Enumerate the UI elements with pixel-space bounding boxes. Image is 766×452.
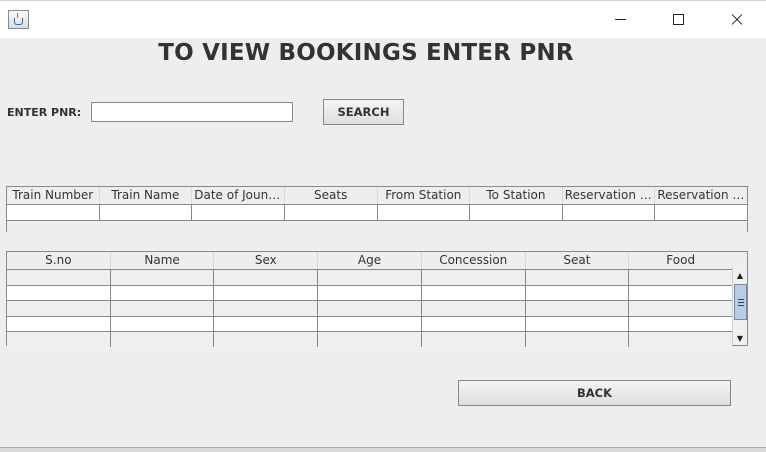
table-cell[interactable] — [629, 286, 732, 301]
table-cell[interactable] — [192, 205, 285, 220]
table-cell[interactable] — [526, 301, 630, 316]
booking-table: Train Number Train Name Date of Jouney S… — [6, 186, 748, 233]
table-cell[interactable] — [214, 301, 319, 316]
table-cell[interactable] — [318, 301, 422, 316]
table-cell[interactable] — [111, 285, 215, 300]
table-cell[interactable] — [526, 270, 630, 285]
table-cell[interactable] — [422, 285, 526, 300]
scroll-up-arrow-icon[interactable]: ▲ — [733, 268, 747, 282]
table-cell[interactable] — [7, 332, 111, 347]
table-cell[interactable] — [378, 205, 471, 220]
table-cell[interactable] — [214, 270, 319, 285]
scroll-thumb[interactable] — [734, 284, 747, 320]
table-cell[interactable] — [422, 270, 526, 285]
table-cell[interactable] — [422, 316, 526, 331]
table-viewport-empty — [7, 219, 747, 233]
col-sno[interactable]: S.no — [7, 252, 111, 269]
table-cell[interactable] — [318, 316, 422, 331]
java-app-icon — [8, 10, 29, 29]
col-to-station[interactable]: To Station — [470, 187, 563, 204]
table-cell[interactable] — [318, 332, 422, 347]
close-button[interactable] — [714, 1, 760, 38]
table-cell[interactable] — [655, 205, 747, 220]
table-cell[interactable] — [629, 270, 732, 285]
table-cell[interactable] — [526, 285, 630, 300]
close-icon — [730, 13, 744, 27]
vertical-scrollbar[interactable]: ▲ ▼ — [732, 268, 747, 345]
col-seat[interactable]: Seat — [526, 252, 630, 269]
table-cell[interactable] — [7, 205, 100, 220]
pnr-label: ENTER PNR: — [7, 106, 82, 119]
table-cell[interactable] — [7, 285, 111, 300]
table-cell[interactable] — [111, 270, 215, 285]
col-age[interactable]: Age — [318, 252, 422, 269]
table-cell[interactable] — [100, 205, 193, 220]
table-cell[interactable] — [629, 301, 732, 316]
col-date-of-journey[interactable]: Date of Jouney — [192, 187, 285, 204]
col-reservation-upto[interactable]: Reservation U... — [655, 187, 747, 204]
table-cell[interactable] — [214, 316, 319, 331]
window-bottom-edge — [0, 447, 766, 452]
maximize-button[interactable] — [655, 1, 701, 38]
scroll-down-arrow-icon[interactable]: ▼ — [733, 331, 747, 345]
maximize-icon — [672, 14, 684, 25]
table-cell[interactable] — [7, 270, 111, 285]
minimize-icon — [614, 19, 626, 20]
col-sex[interactable]: Sex — [214, 252, 319, 269]
table-cell[interactable] — [111, 301, 215, 316]
table-cell[interactable] — [470, 205, 563, 220]
passenger-table: S.no Name Sex Age Concession Seat Food ▲… — [6, 251, 748, 347]
window-titlebar — [0, 0, 766, 38]
table-cell[interactable] — [214, 332, 319, 347]
table-cell[interactable] — [422, 332, 526, 347]
col-food[interactable]: Food — [629, 252, 732, 269]
table-cell[interactable] — [7, 301, 111, 316]
table-cell[interactable] — [526, 332, 630, 347]
table-row[interactable] — [7, 204, 747, 220]
minimize-button[interactable] — [597, 1, 643, 38]
col-from-station[interactable]: From Station — [378, 187, 471, 204]
table-row[interactable] — [7, 331, 732, 347]
table-cell[interactable] — [629, 332, 732, 347]
table-cell[interactable] — [318, 285, 422, 300]
table-row[interactable] — [7, 284, 732, 301]
table-cell[interactable] — [285, 205, 378, 220]
page-title: TO VIEW BOOKINGS ENTER PNR — [158, 40, 574, 66]
col-train-name[interactable]: Train Name — [100, 187, 193, 204]
col-seats[interactable]: Seats — [285, 187, 378, 204]
table-cell[interactable] — [7, 316, 111, 331]
table-cell[interactable] — [629, 317, 732, 332]
col-name[interactable]: Name — [111, 252, 215, 269]
table-cell[interactable] — [111, 332, 215, 347]
table-row[interactable] — [7, 300, 732, 316]
col-concession[interactable]: Concession — [422, 252, 526, 269]
col-reservation-from[interactable]: Reservation Fr... — [563, 187, 656, 204]
search-button[interactable]: SEARCH — [323, 99, 404, 125]
booking-table-header: Train Number Train Name Date of Jouney S… — [7, 187, 747, 204]
table-cell[interactable] — [318, 270, 422, 285]
table-cell[interactable] — [111, 316, 215, 331]
table-row[interactable] — [7, 269, 732, 285]
back-button[interactable]: BACK — [458, 380, 731, 406]
passenger-table-header: S.no Name Sex Age Concession Seat Food — [7, 252, 732, 269]
table-cell[interactable] — [526, 316, 630, 331]
table-cell[interactable] — [563, 205, 656, 220]
table-cell[interactable] — [422, 301, 526, 316]
table-row[interactable] — [7, 315, 732, 332]
pnr-input[interactable] — [91, 102, 293, 122]
table-cell[interactable] — [214, 285, 319, 300]
col-train-number[interactable]: Train Number — [7, 187, 100, 204]
